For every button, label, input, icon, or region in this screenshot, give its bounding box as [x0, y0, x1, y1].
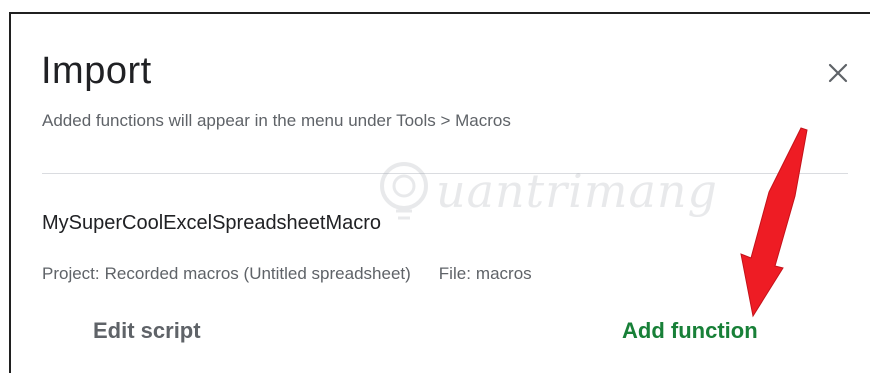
function-meta: Project: Recorded macros (Untitled spread… — [42, 264, 532, 284]
close-icon[interactable] — [826, 61, 850, 85]
file-label: File: — [438, 264, 471, 283]
watermark-text: uantrimang — [436, 164, 718, 218]
project-label: Project: — [42, 264, 100, 283]
function-name: MySuperCoolExcelSpreadsheetMacro — [42, 212, 382, 234]
lightbulb-icon — [380, 162, 428, 220]
file-value: macros — [475, 264, 532, 283]
project-value: Recorded macros (Untitled spreadsheet) — [104, 264, 411, 283]
dialog-subtitle: Added functions will appear in the menu … — [42, 111, 511, 130]
dialog-title: Import — [41, 50, 152, 92]
import-dialog: Import Added functions will appear in th… — [9, 12, 870, 373]
watermark: uantrimang — [376, 154, 717, 234]
edit-script-button[interactable]: Edit script — [85, 314, 209, 348]
red-arrow-annotation — [740, 127, 808, 318]
